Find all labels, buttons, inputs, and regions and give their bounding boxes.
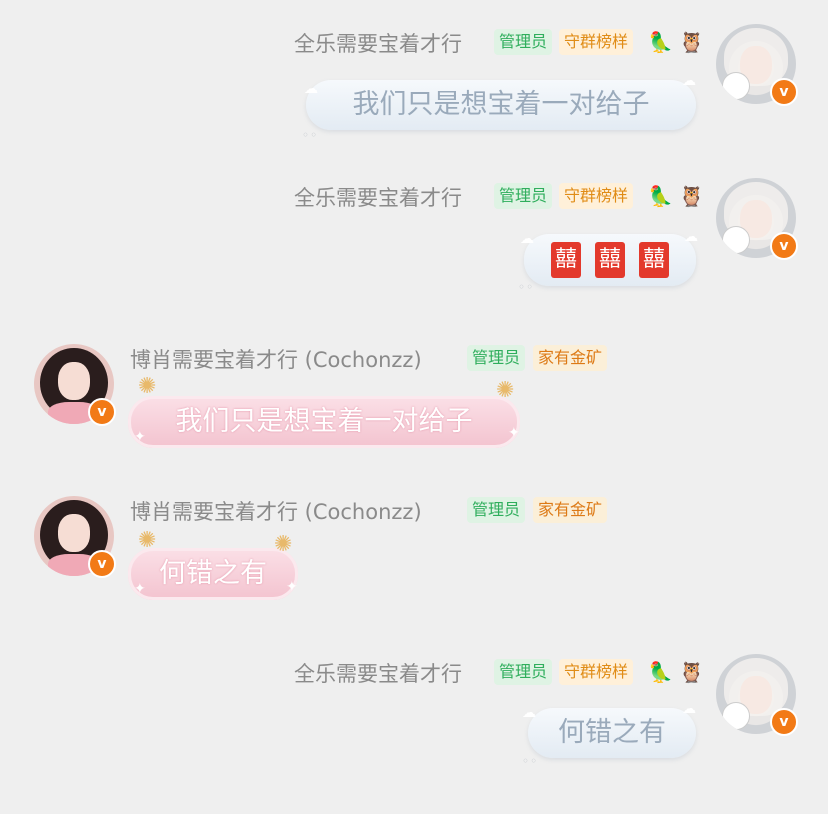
parrot-icon: 🦜 — [648, 30, 673, 54]
verified-badge-icon: v — [88, 398, 116, 426]
double-happiness-icon: 囍 — [595, 241, 625, 278]
owl-icon: 🦉 — [679, 660, 704, 684]
owl-icon: 🦉 — [679, 184, 704, 208]
cloud-decoration-icon: ☁ — [682, 73, 696, 89]
sparkle-icon: ✺ — [138, 374, 157, 399]
verified-badge-icon: v — [770, 78, 798, 106]
sender-name[interactable]: 全乐需要宝着才行 — [294, 658, 462, 688]
bubble-dots: ◦◦ — [518, 280, 535, 294]
star-icon: ✦ — [134, 581, 146, 597]
admin-tag: 管理员 — [467, 497, 526, 523]
star-icon: ✦ — [134, 429, 146, 445]
avatar[interactable]: v — [34, 496, 116, 578]
cloud-decoration-icon: ☁ — [682, 701, 696, 717]
double-happiness-icon: 囍 — [551, 241, 581, 278]
sender-name[interactable]: 全乐需要宝着才行 — [294, 28, 462, 58]
avatar[interactable]: v — [34, 344, 116, 426]
admin-tag: 管理员 — [494, 183, 553, 209]
message-bubble[interactable]: 囍囍囍 — [524, 234, 696, 286]
verified-badge-icon: v — [770, 232, 798, 260]
sparkle-icon: ✺ — [274, 532, 293, 557]
sender-name[interactable]: 全乐需要宝着才行 — [294, 182, 462, 212]
owl-icon: 🦉 — [679, 30, 704, 54]
cloud-decoration-icon: ☁ — [684, 229, 698, 245]
avatar[interactable]: v — [716, 24, 798, 106]
sender-name[interactable]: 博肖需要宝着才行 (Cochonzz) — [130, 344, 422, 374]
cloud-decoration-icon: ☁ — [304, 81, 318, 97]
double-happiness-icon: 囍 — [639, 241, 669, 278]
gold-mine-tag: 家有金矿 — [533, 345, 608, 371]
avatar[interactable]: v — [716, 654, 798, 736]
avatar[interactable]: v — [716, 178, 798, 260]
message-bubble[interactable]: 何错之有 — [528, 708, 696, 758]
guard-tag: 守群榜样 — [559, 29, 634, 55]
bubble-dots: ◦◦ — [302, 128, 319, 142]
parrot-icon: 🦜 — [648, 660, 673, 684]
guard-tag: 守群榜样 — [559, 183, 634, 209]
guard-tag: 守群榜样 — [559, 659, 634, 685]
verified-badge-icon: v — [88, 550, 116, 578]
message-bubble[interactable]: 我们只是想宝着一对给子 — [128, 396, 520, 448]
gold-mine-tag: 家有金矿 — [533, 497, 608, 523]
star-icon: ✦ — [286, 579, 298, 595]
sparkle-icon: ✺ — [496, 378, 515, 403]
admin-tag: 管理员 — [467, 345, 526, 371]
verified-badge-icon: v — [770, 708, 798, 736]
sender-name[interactable]: 博肖需要宝着才行 (Cochonzz) — [130, 496, 422, 526]
admin-tag: 管理员 — [494, 659, 553, 685]
admin-tag: 管理员 — [494, 29, 553, 55]
sparkle-icon: ✺ — [138, 528, 157, 553]
parrot-icon: 🦜 — [648, 184, 673, 208]
cloud-decoration-icon: ☁ — [520, 231, 534, 247]
message-bubble[interactable]: 何错之有 — [128, 548, 298, 600]
bubble-dots: ◦◦ — [522, 754, 539, 768]
cloud-decoration-icon: ☁ — [522, 705, 536, 721]
star-icon: ✦ — [508, 425, 520, 441]
message-bubble[interactable]: 我们只是想宝着一对给子 — [306, 80, 696, 130]
